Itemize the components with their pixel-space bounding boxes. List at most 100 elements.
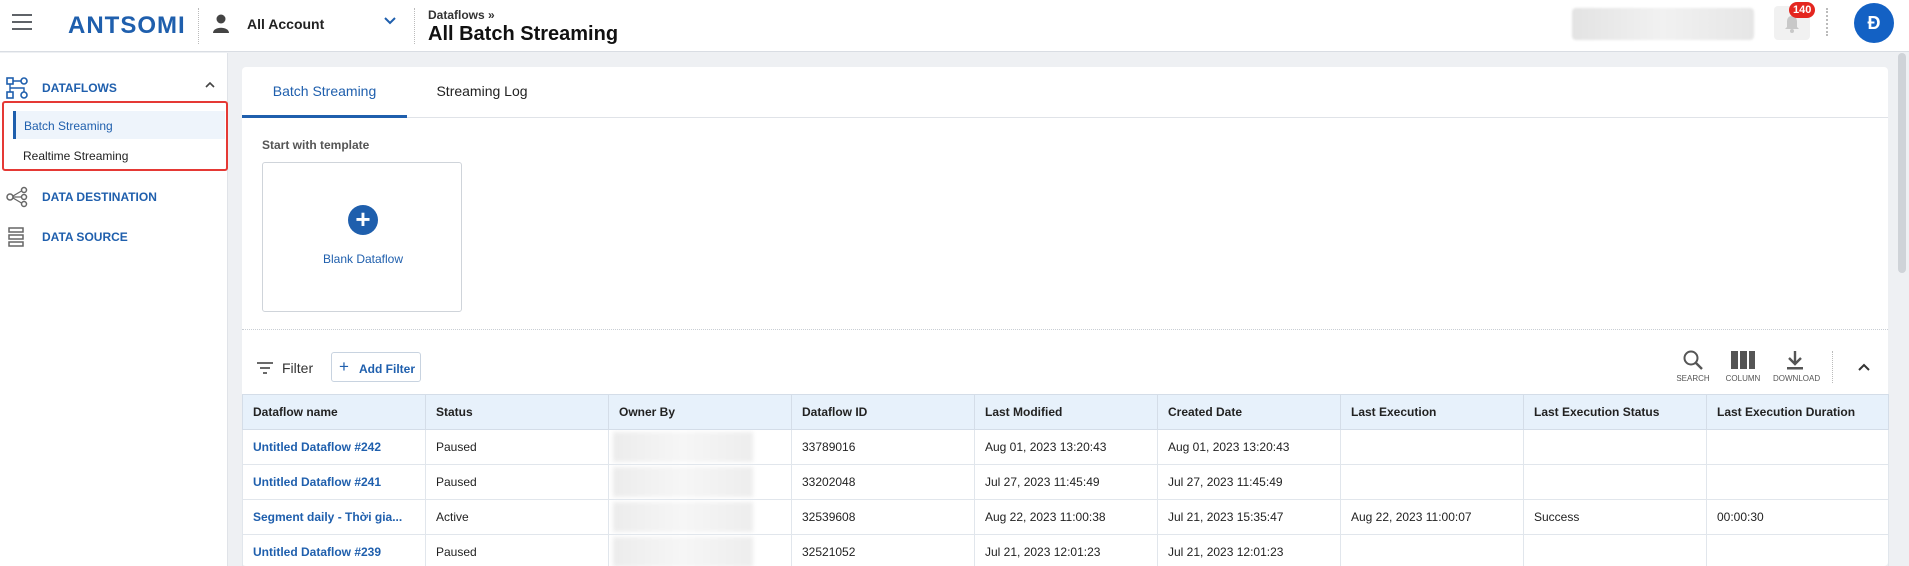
dataflow-name-link[interactable]: Untitled Dataflow #239 xyxy=(242,534,426,566)
modified-cell: Aug 22, 2023 11:00:38 xyxy=(974,499,1158,535)
avatar[interactable]: Đ xyxy=(1854,3,1894,43)
dataflow-name-link[interactable]: Untitled Dataflow #241 xyxy=(242,464,426,500)
status-cell: Active xyxy=(425,499,609,535)
search-icon xyxy=(1683,350,1703,370)
execution-duration-cell xyxy=(1706,429,1889,465)
execution-status-cell xyxy=(1523,534,1707,566)
modified-cell: Jul 21, 2023 12:01:23 xyxy=(974,534,1158,566)
tab-batch-streaming[interactable]: Batch Streaming xyxy=(242,67,407,118)
status-cell: Paused xyxy=(425,429,609,465)
blank-dataflow-card[interactable]: + Blank Dataflow xyxy=(262,162,462,312)
plus-icon: + xyxy=(348,205,378,235)
column-header[interactable]: Dataflow ID xyxy=(791,394,975,430)
id-cell: 32539608 xyxy=(791,499,975,535)
sidebar-item-realtime-streaming[interactable]: Realtime Streaming xyxy=(13,141,225,169)
database-list-icon xyxy=(8,227,24,247)
divider xyxy=(198,8,199,44)
last-execution-cell xyxy=(1340,464,1524,500)
top-bar: ANTSOMI All Account Dataflows » All Batc… xyxy=(0,0,1909,52)
column-header[interactable]: Last Modified xyxy=(974,394,1158,430)
chevron-down-icon[interactable] xyxy=(383,14,397,28)
sidebar-item-label: Batch Streaming xyxy=(24,119,113,133)
table-header-row: Dataflow name Status Owner By Dataflow I… xyxy=(242,394,1889,430)
status-cell: Paused xyxy=(425,464,609,500)
column-button[interactable]: COLUMN xyxy=(1721,349,1765,389)
execution-status-cell xyxy=(1523,429,1707,465)
logo: ANTSOMI xyxy=(68,12,186,39)
plus-icon: + xyxy=(339,357,349,376)
dataflow-name-link[interactable]: Untitled Dataflow #242 xyxy=(242,429,426,465)
modified-cell: Aug 01, 2023 13:20:43 xyxy=(974,429,1158,465)
sidebar-item-label: DATA DESTINATION xyxy=(42,190,157,204)
owner-cell xyxy=(608,429,792,465)
sidebar-item-data-destination[interactable]: DATA DESTINATION xyxy=(0,180,228,212)
columns-icon xyxy=(1731,351,1755,369)
owner-cell xyxy=(608,464,792,500)
blurred-user-info xyxy=(1572,8,1754,40)
modified-cell: Jul 27, 2023 11:45:49 xyxy=(974,464,1158,500)
sidebar-item-batch-streaming[interactable]: Batch Streaming xyxy=(13,111,225,139)
chevron-up-icon[interactable] xyxy=(204,79,216,91)
account-selector[interactable]: All Account xyxy=(247,16,324,32)
scrollbar[interactable] xyxy=(1898,53,1906,273)
tab-bar: Batch Streaming Streaming Log xyxy=(242,67,1888,118)
menu-icon[interactable] xyxy=(12,14,32,30)
created-cell: Aug 01, 2023 13:20:43 xyxy=(1157,429,1341,465)
sidebar-item-label: Realtime Streaming xyxy=(23,149,129,163)
dataflow-icon xyxy=(6,77,28,99)
column-header[interactable]: Created Date xyxy=(1157,394,1341,430)
more-options-icon[interactable] xyxy=(1826,8,1830,36)
divider xyxy=(1832,351,1833,383)
created-cell: Jul 21, 2023 12:01:23 xyxy=(1157,534,1341,566)
table-row: Segment daily - Thời gia... Active 32539… xyxy=(242,499,1889,535)
created-cell: Jul 27, 2023 11:45:49 xyxy=(1157,464,1341,500)
dataflow-table: Dataflow name Status Owner By Dataflow I… xyxy=(242,394,1889,566)
dataflow-name-link[interactable]: Segment daily - Thời gia... xyxy=(242,499,426,535)
filter-label[interactable]: Filter xyxy=(282,360,313,376)
owner-cell xyxy=(608,534,792,566)
page-title: All Batch Streaming xyxy=(428,23,619,45)
sidebar: DATAFLOWS Batch Streaming Realtime Strea… xyxy=(0,53,228,566)
notification-badge: 140 xyxy=(1789,2,1816,18)
column-header[interactable]: Dataflow name xyxy=(242,394,426,430)
table-row: Untitled Dataflow #241 Paused 33202048 J… xyxy=(242,464,1889,500)
table-row: Untitled Dataflow #239 Paused 32521052 J… xyxy=(242,534,1889,566)
column-header[interactable]: Last Execution Status xyxy=(1523,394,1707,430)
status-cell: Paused xyxy=(425,534,609,566)
table-row: Untitled Dataflow #242 Paused 33789016 A… xyxy=(242,429,1889,465)
divider xyxy=(414,8,415,44)
add-filter-button[interactable]: + Add Filter xyxy=(331,352,421,382)
search-button[interactable]: SEARCH xyxy=(1671,349,1715,389)
share-nodes-icon xyxy=(6,186,28,208)
column-header[interactable]: Status xyxy=(425,394,609,430)
template-heading: Start with template xyxy=(262,138,370,152)
column-header[interactable]: Last Execution Duration xyxy=(1706,394,1889,430)
last-execution-cell xyxy=(1340,429,1524,465)
blank-dataflow-label: Blank Dataflow xyxy=(322,252,404,266)
sidebar-item-label: DATA SOURCE xyxy=(42,230,128,244)
created-cell: Jul 21, 2023 15:35:47 xyxy=(1157,499,1341,535)
sidebar-item-dataflows[interactable]: DATAFLOWS xyxy=(0,71,228,103)
last-execution-cell xyxy=(1340,534,1524,566)
download-icon xyxy=(1787,351,1803,370)
owner-cell xyxy=(608,499,792,535)
divider xyxy=(242,329,1888,330)
tab-streaming-log[interactable]: Streaming Log xyxy=(407,67,557,118)
execution-status-cell xyxy=(1523,464,1707,500)
filter-icon[interactable] xyxy=(256,361,274,375)
chevron-up-icon[interactable] xyxy=(1856,359,1872,375)
sidebar-item-label: DATAFLOWS xyxy=(42,81,117,95)
execution-duration-cell xyxy=(1706,534,1889,566)
sidebar-item-data-source[interactable]: DATA SOURCE xyxy=(0,220,228,252)
filter-toolbar: Filter + Add Filter SEARCH COLUMN DOWNLO… xyxy=(242,337,1888,395)
execution-duration-cell: 00:00:30 xyxy=(1706,499,1889,535)
column-header[interactable]: Owner By xyxy=(608,394,792,430)
execution-status-cell: Success xyxy=(1523,499,1707,535)
column-header[interactable]: Last Execution xyxy=(1340,394,1524,430)
id-cell: 32521052 xyxy=(791,534,975,566)
id-cell: 33202048 xyxy=(791,464,975,500)
main-panel: Batch Streaming Streaming Log Start with… xyxy=(242,67,1889,566)
last-execution-cell: Aug 22, 2023 11:00:07 xyxy=(1340,499,1524,535)
download-button[interactable]: DOWNLOAD xyxy=(1773,349,1820,389)
breadcrumb[interactable]: Dataflows » xyxy=(428,8,495,22)
